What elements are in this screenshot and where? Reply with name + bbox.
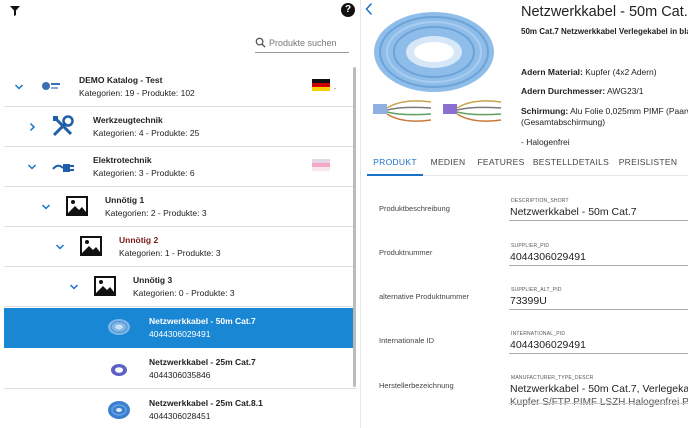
tree-product-row[interactable]: Netzwerkkabel - 25m Cat.7 4044306035846 (4, 349, 356, 389)
attribute-label: Schirmung: (521, 106, 569, 116)
attribute-label: Adern Durchmesser: (521, 86, 606, 96)
search-field[interactable] (255, 33, 349, 53)
field-key: MANUFACTURER_TYPE_DESCR (511, 375, 594, 381)
field-value-description-short[interactable]: Netzwerkkabel - 50m Cat.7 (510, 206, 637, 218)
field-label: Herstellerbezeichnung (379, 381, 454, 390)
chevron-down-icon[interactable] (13, 81, 25, 93)
tab-preislisten[interactable]: PREISLISTEN (615, 148, 681, 176)
image-placeholder-icon (66, 196, 88, 216)
field-value-manufacturer-type-descr[interactable]: Netzwerkkabel - 50m Cat.7, Verlegekabel … (510, 383, 688, 395)
product-number: 4044306028451 (149, 411, 211, 421)
tree-node-title: DEMO Katalog - Test (79, 75, 163, 85)
tree-node-subtitle: Kategorien: 19 - Produkte: 102 (79, 88, 195, 98)
tree-node-title: Elektrotechnik (93, 155, 152, 165)
attribute-adern-durchmesser: Adern Durchmesser: AWG23/1 (521, 86, 644, 96)
field-underline (509, 265, 688, 266)
product-image[interactable] (371, 8, 497, 94)
attribute-label: Adern Material: (521, 67, 583, 77)
german-flag-icon[interactable] (312, 79, 330, 91)
tab-bestelldetails[interactable]: BESTELLDETAILS (531, 148, 611, 176)
tree-node-unnoetig-3[interactable]: Unnötig 3 Kategorien: 0 - Produkte: 3 (4, 267, 356, 307)
field-key: SUPPLIER_PID (511, 243, 550, 249)
attribute-schirmung: Schirmung: Alu Folie 0,025mm PIMF (Paarw… (521, 106, 688, 116)
field-label: Internationale ID (379, 336, 435, 345)
attribute-value: Alu Folie 0,025mm PIMF (Paarwei (568, 106, 688, 116)
field-value-supplier-pid[interactable]: 4044306029491 (510, 251, 586, 263)
image-placeholder-icon (80, 236, 102, 256)
tree-node-unnoetig-2[interactable]: Unnötig 2 Kategorien: 1 - Produkte: 3 (4, 227, 356, 267)
attribute-halogenfrei: - Halogenfrei (521, 137, 570, 147)
tree-node-catalog[interactable]: DEMO Katalog - Test Kategorien: 19 - Pro… (4, 67, 356, 107)
field-label: alternative Produktnummer (379, 292, 470, 301)
field-key: DESCRIPTION_SHORT (511, 198, 569, 204)
chevron-down-icon[interactable] (40, 201, 52, 213)
attribute-value: AWG23/1 (605, 86, 644, 96)
product-title: Netzwerkkabel - 25m Cat.8.1 (149, 398, 263, 408)
field-underline (509, 309, 688, 310)
tree-node-subtitle: Kategorien: 1 - Produkte: 3 (119, 248, 221, 258)
product-detail-subtitle: 50m Cat.7 Netzwerkkabel Verlegekabel in … (521, 27, 688, 36)
attribute-adern-material: Adern Material: Kupfer (4x2 Adern) (521, 67, 657, 77)
filter-icon[interactable] (10, 6, 20, 16)
product-number: 4044306035846 (149, 370, 211, 380)
tree-node-title: Werkzeugtechnik (93, 115, 163, 125)
catalog-toolbar: ? (0, 0, 358, 64)
field-value-international-pid[interactable]: 4044306029491 (510, 339, 586, 351)
tab-medien[interactable]: MEDIEN (425, 148, 471, 176)
german-flag-faded-icon (312, 159, 330, 171)
tab-produkt[interactable]: PRODUKT (367, 148, 423, 176)
product-detail-panel: Netzwerkkabel - 50m Cat.7 50m Cat.7 Netz… (360, 0, 688, 428)
field-underline (509, 353, 688, 354)
catalog-panel: ? DEMO Katalog - Test Ka (0, 0, 358, 428)
field-label: Produktbeschreibung (379, 204, 450, 213)
tree-node-elektrotechnik[interactable]: Elektrotechnik Kategorien: 3 - Produkte:… (4, 147, 356, 187)
chevron-right-icon[interactable] (26, 121, 38, 133)
field-key: INTERNATIONAL_PID (511, 331, 566, 337)
catalog-logo-icon (37, 73, 63, 99)
cable-thumbnail-icon (108, 401, 130, 419)
chevron-down-icon[interactable] (68, 281, 80, 293)
cable-diagram-image (373, 100, 502, 122)
detail-tabs: PRODUKT MEDIEN FEATURES BESTELLDETAILS P… (367, 148, 688, 176)
tree-node-title: Unnötig 1 (105, 195, 145, 205)
tools-icon (52, 115, 74, 137)
product-number: 4044306029491 (149, 329, 211, 339)
tree-node-werkzeugtechnik[interactable]: Werkzeugtechnik Kategorien: 4 - Produkte… (4, 107, 356, 147)
field-key: SUPPLIER_ALT_PID (511, 287, 562, 293)
field-underline (509, 403, 688, 404)
tree-node-unnoetig-1[interactable]: Unnötig 1 Kategorien: 2 - Produkte: 3 (4, 187, 356, 227)
chevron-down-icon[interactable] (26, 161, 38, 173)
tree-node-subtitle: Kategorien: 3 - Produkte: 6 (93, 168, 195, 178)
power-plug-icon (52, 164, 74, 172)
tree-node-subtitle: Kategorien: 0 - Produkte: 3 (133, 288, 235, 298)
tree-product-row[interactable]: Netzwerkkabel - 25m Cat.8.1 404430602845… (4, 390, 356, 428)
tree-product-row-selected[interactable]: Netzwerkkabel - 50m Cat.7 4044306029491 (4, 308, 356, 348)
tab-features[interactable]: FEATURES (473, 148, 529, 176)
product-title: Netzwerkkabel - 50m Cat.7 (149, 316, 256, 326)
field-label: Produktnummer (379, 248, 433, 257)
tree-scrollbar[interactable] (353, 67, 356, 387)
app: ? DEMO Katalog - Test Ka (0, 0, 688, 428)
field-value-supplier-alt-pid[interactable]: 73399U (510, 295, 547, 307)
search-input[interactable] (269, 37, 349, 48)
product-title: Netzwerkkabel - 25m Cat.7 (149, 357, 256, 367)
tree-node-title: Unnötig 3 (133, 275, 173, 285)
language-dot: . (334, 82, 337, 91)
help-icon[interactable]: ? (341, 3, 355, 17)
field-underline (509, 220, 688, 221)
cable-thumbnail-icon (111, 364, 127, 376)
product-detail-title: Netzwerkkabel - 50m Cat.7 (521, 4, 688, 20)
catalog-tree: DEMO Katalog - Test Kategorien: 19 - Pro… (4, 67, 356, 428)
attribute-value: Kupfer (4x2 Adern) (582, 67, 657, 77)
chevron-down-icon[interactable] (54, 241, 66, 253)
image-placeholder-icon (94, 276, 116, 296)
search-icon (255, 37, 266, 48)
cable-thumbnail-icon (108, 319, 130, 335)
tree-node-title: Unnötig 2 (119, 235, 159, 245)
attribute-schirmung-cont: (Gesamtabschirmung) (521, 117, 606, 127)
tree-node-subtitle: Kategorien: 4 - Produkte: 25 (93, 128, 200, 138)
tree-node-subtitle: Kategorien: 2 - Produkte: 3 (105, 208, 207, 218)
